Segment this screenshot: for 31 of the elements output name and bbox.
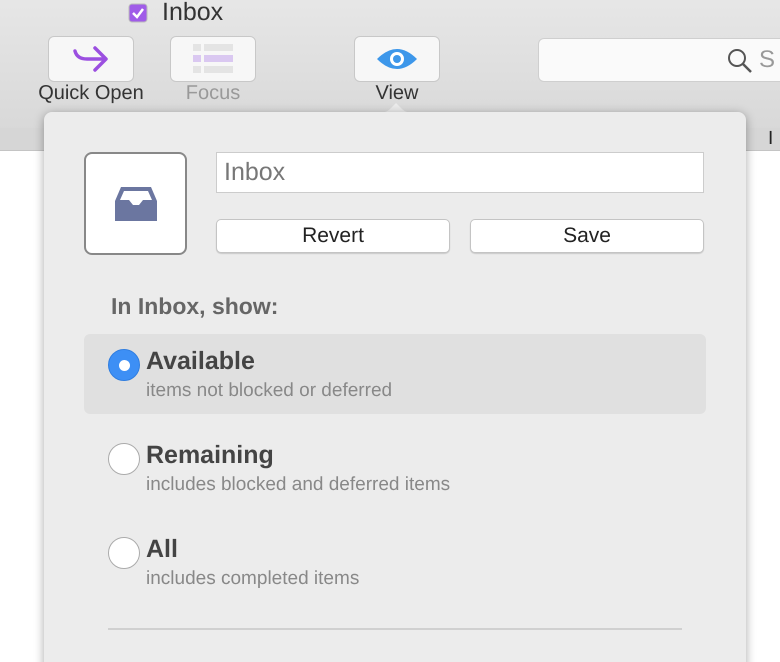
section-heading: In Inbox, show: [111, 293, 280, 320]
option-description: includes completed items [146, 568, 360, 590]
toolbar-label: Quick Open [38, 82, 144, 105]
option-title: Remaining [146, 441, 275, 470]
toolbar-button[interactable] [354, 36, 440, 82]
option-title: Available [146, 347, 256, 376]
toolbar-label: View [376, 82, 418, 105]
popover-button[interactable]: Revert [216, 219, 450, 253]
option-row[interactable]: All includes completed items [84, 522, 706, 602]
eye-icon [376, 47, 418, 71]
option-title: All [146, 535, 179, 564]
radio-button[interactable] [108, 349, 140, 381]
icon-well[interactable] [84, 152, 187, 255]
toolbar-button[interactable] [48, 36, 134, 82]
inbox-icon [112, 184, 158, 222]
option-row[interactable]: Remaining includes blocked and deferred items [84, 428, 706, 508]
window-title: Inbox [162, 0, 224, 27]
option-row[interactable]: Available items not blocked or deferred [84, 334, 706, 414]
arrow-icon [73, 45, 109, 73]
checkbox[interactable] [128, 2, 148, 22]
radio-button[interactable] [108, 537, 140, 569]
list-icon [193, 44, 233, 74]
radio-button[interactable] [108, 443, 140, 475]
column-header: I [768, 128, 774, 150]
toolbar-label: Focus [186, 82, 240, 105]
option-description: includes blocked and deferred items [146, 474, 450, 496]
name-field[interactable]: Inbox [216, 152, 704, 193]
search-icon [727, 48, 753, 74]
popover-button[interactable]: Save [470, 219, 704, 253]
option-description: items not blocked or deferred [146, 380, 392, 402]
search-field[interactable]: S [538, 38, 780, 82]
